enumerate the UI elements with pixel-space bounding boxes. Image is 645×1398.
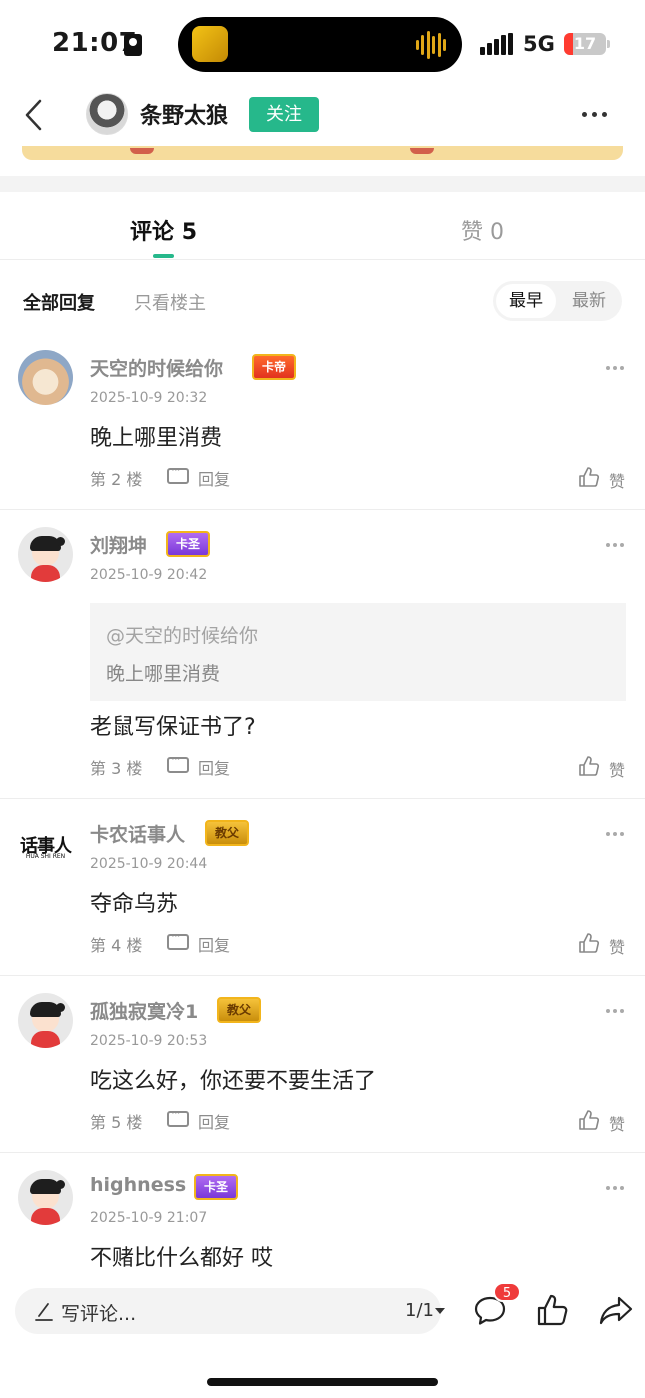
comment-item: highness 卡圣 2025-10-9 21:07 不赌比什么都好 哎 xyxy=(0,1154,645,1280)
post-header: 条野太狼 关注 xyxy=(0,88,645,144)
reply-button[interactable]: 回复 xyxy=(198,755,230,779)
floor-number: 第 2 楼 xyxy=(90,470,143,489)
comment-text: 晚上哪里消费 xyxy=(90,426,223,451)
comment-item: 话事人 HUA SHI REN 卡农话事人 教父 2025-10-9 20:44… xyxy=(0,800,645,976)
thumbs-up-icon[interactable] xyxy=(536,1292,570,1328)
comment-count-badge: 5 xyxy=(493,1282,521,1302)
thumbs-up-icon[interactable] xyxy=(578,755,600,777)
quote-text: 晚上哪里消费 xyxy=(106,663,221,685)
battery-icon: 17 xyxy=(564,33,606,55)
author-name[interactable]: 条野太狼 xyxy=(140,98,228,130)
sort-toggle: 最早 最新 xyxy=(493,281,622,321)
quoted-comment[interactable]: @天空的时候给你 晚上哪里消费 xyxy=(90,603,626,701)
commenter-avatar[interactable] xyxy=(18,1170,73,1225)
battery-level: 17 xyxy=(573,34,597,53)
quote-mention: @天空的时候给你 xyxy=(106,625,259,647)
like-button[interactable]: 赞 xyxy=(609,934,625,958)
album-art-icon xyxy=(192,26,228,62)
post-image-edge xyxy=(22,146,623,160)
comment-time: 2025-10-9 20:32 xyxy=(90,390,208,406)
comment-text: 不赌比什么都好 哎 xyxy=(90,1246,273,1271)
tab-likes-label: 赞 xyxy=(461,220,484,245)
comment-time: 2025-10-9 21:07 xyxy=(90,1210,208,1226)
comment-time: 2025-10-9 20:44 xyxy=(90,856,208,872)
comment-input[interactable]: 写评论... 1/1 xyxy=(15,1288,445,1334)
reply-icon[interactable] xyxy=(167,752,189,773)
commenter-avatar[interactable] xyxy=(18,527,73,582)
commenter-name[interactable]: 天空的时候给你 xyxy=(90,354,223,381)
commenter-name[interactable]: highness xyxy=(90,1174,186,1196)
commenter-name[interactable]: 刘翔坤 xyxy=(90,531,147,558)
thumbs-up-icon[interactable] xyxy=(578,1109,600,1131)
tab-likes[interactable]: 赞 0 xyxy=(461,214,504,246)
pencil-icon xyxy=(35,1303,53,1321)
comment-item: 天空的时候给你 卡帝 2025-10-9 20:32 晚上哪里消费 第 2 楼 … xyxy=(0,334,645,510)
thumbs-up-icon[interactable] xyxy=(578,466,600,488)
follow-button[interactable]: 关注 xyxy=(249,97,319,132)
tab-comments-label: 评论 xyxy=(130,220,175,245)
floor-number: 第 4 楼 xyxy=(90,936,143,955)
comment-time: 2025-10-9 20:42 xyxy=(90,567,208,583)
comment-more-icon[interactable] xyxy=(606,832,624,837)
audio-wave-icon xyxy=(416,31,446,59)
comment-more-icon[interactable] xyxy=(606,366,624,371)
author-avatar[interactable] xyxy=(86,93,128,135)
thumbs-up-icon[interactable] xyxy=(578,932,600,954)
reply-button[interactable]: 回复 xyxy=(198,466,230,490)
chevron-down-icon[interactable] xyxy=(435,1308,445,1314)
reply-button[interactable]: 回复 xyxy=(198,1109,230,1133)
more-options-icon[interactable] xyxy=(582,112,608,118)
filter-op-only[interactable]: 只看楼主 xyxy=(134,289,206,315)
share-arrow-icon[interactable] xyxy=(598,1294,634,1326)
page-indicator[interactable]: 1/1 xyxy=(405,1300,434,1321)
comment-text: 吃这么好，你还要不要生活了 xyxy=(90,1069,377,1094)
commenter-avatar[interactable] xyxy=(18,993,73,1048)
commenter-name[interactable]: 卡农话事人 xyxy=(90,820,185,847)
comment-more-icon[interactable] xyxy=(606,543,624,548)
logo-subtext: HUA SHI REN xyxy=(25,853,66,860)
tab-comments-count: 5 xyxy=(181,220,197,245)
floor-number: 第 3 楼 xyxy=(90,759,143,778)
sort-latest-button[interactable]: 最新 xyxy=(559,284,619,318)
back-arrow-icon[interactable] xyxy=(22,98,50,132)
comment-time: 2025-10-9 20:53 xyxy=(90,1033,208,1049)
signal-icon xyxy=(480,33,514,55)
filter-all-replies[interactable]: 全部回复 xyxy=(23,289,95,315)
comment-item: 孤独寂寞冷1 教父 2025-10-9 20:53 吃这么好，你还要不要生活了 … xyxy=(0,977,645,1153)
reply-button[interactable]: 回复 xyxy=(198,932,230,956)
comment-more-icon[interactable] xyxy=(606,1186,624,1191)
dynamic-island[interactable] xyxy=(178,17,462,72)
floor-number: 第 5 楼 xyxy=(90,1113,143,1132)
like-button[interactable]: 赞 xyxy=(609,1111,625,1135)
reply-icon[interactable] xyxy=(167,463,189,484)
rank-badge: 卡圣 xyxy=(166,531,211,557)
sort-earliest-button[interactable]: 最早 xyxy=(496,284,556,318)
commenter-avatar[interactable] xyxy=(18,350,73,405)
comment-text: 夺命乌苏 xyxy=(90,892,179,917)
like-button[interactable]: 赞 xyxy=(609,757,625,781)
person-icon xyxy=(124,34,142,56)
comment-more-icon[interactable] xyxy=(606,1009,624,1014)
commenter-avatar[interactable]: 话事人 HUA SHI REN xyxy=(18,816,73,871)
comment-input-placeholder: 写评论... xyxy=(61,1303,137,1325)
status-bar: 21:07 5G 17 xyxy=(0,0,645,88)
rank-badge: 卡帝 xyxy=(252,354,297,380)
rank-badge: 教父 xyxy=(205,820,250,846)
home-indicator xyxy=(207,1378,438,1386)
commenter-name[interactable]: 孤独寂寞冷1 xyxy=(90,997,198,1024)
tab-likes-count: 0 xyxy=(490,220,505,245)
section-divider xyxy=(0,176,645,192)
comment-text: 老鼠写保证书了? xyxy=(90,715,256,740)
reply-icon[interactable] xyxy=(167,929,189,950)
comment-item: 刘翔坤 卡圣 2025-10-9 20:42 @天空的时候给你 晚上哪里消费 老… xyxy=(0,511,645,799)
tab-comments[interactable]: 评论 5 xyxy=(130,214,197,246)
rank-badge: 教父 xyxy=(217,997,262,1023)
tab-indicator xyxy=(153,254,174,258)
bottom-action-bar: 写评论... 1/1 5 xyxy=(0,1280,645,1398)
network-type: 5G xyxy=(523,32,555,56)
rank-badge: 卡圣 xyxy=(194,1174,239,1200)
like-button[interactable]: 赞 xyxy=(609,468,625,492)
tab-bar: 评论 5 赞 0 xyxy=(0,192,645,260)
reply-icon[interactable] xyxy=(167,1106,189,1127)
